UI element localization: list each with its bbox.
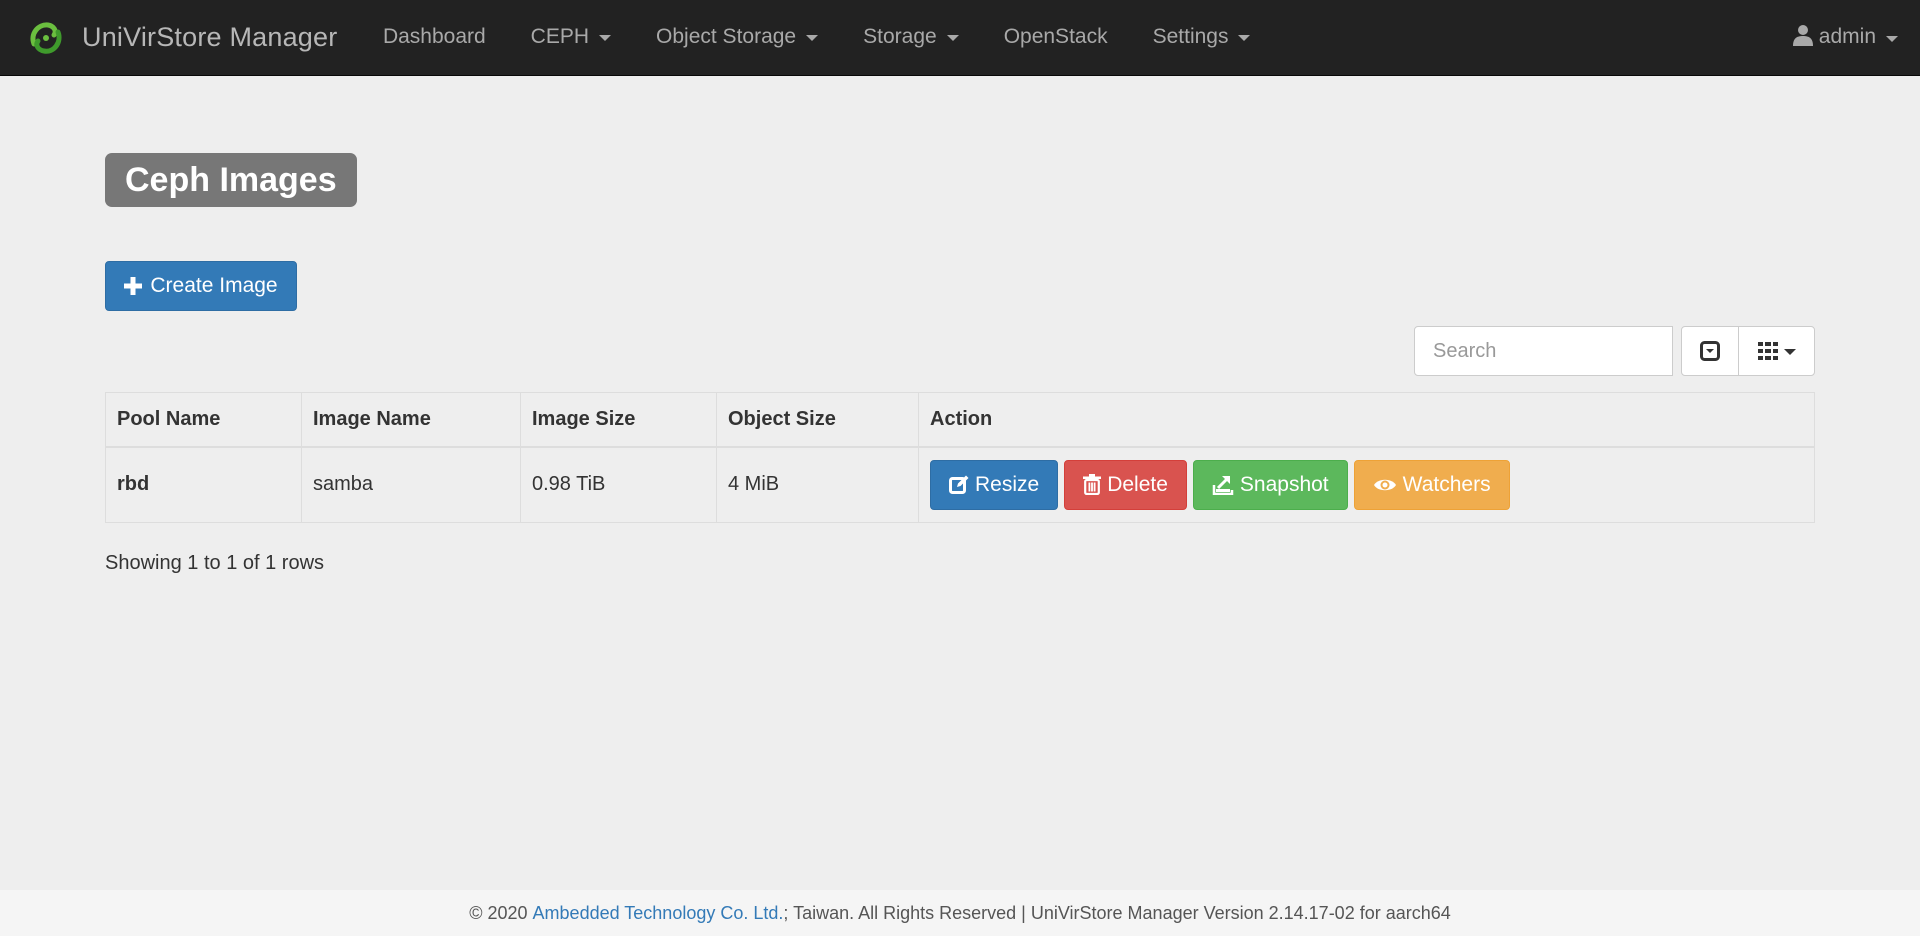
caret-down-icon	[1238, 35, 1251, 41]
cell-image-size: 0.98 TiB	[520, 446, 717, 523]
footer-company-link[interactable]: Ambedded Technology Co. Ltd.	[533, 903, 784, 924]
nav-dashboard[interactable]: Dashboard	[360, 0, 508, 76]
snapshot-label: Snapshot	[1239, 472, 1329, 496]
table-row: rbd samba 0.98 TiB 4 MiB Resize Delete S…	[105, 446, 1815, 523]
top-navbar: UniVirStore Manager Dashboard CEPH Objec…	[0, 0, 1920, 76]
edit-icon	[949, 475, 969, 494]
columns-button[interactable]	[1738, 326, 1815, 376]
main-nav: Dashboard CEPH Object Storage Storage Op…	[360, 0, 1273, 76]
nav-storage[interactable]: Storage	[841, 0, 982, 76]
caret-down-icon	[806, 35, 819, 41]
page-title: Ceph Images	[105, 153, 357, 207]
delete-label: Delete	[1107, 472, 1168, 496]
header-pool-name[interactable]: Pool Name	[105, 392, 302, 448]
toggle-view-icon	[1700, 341, 1720, 361]
toggle-view-button[interactable]	[1681, 326, 1739, 376]
footer-copyright: © 2020	[469, 902, 533, 923]
cell-pool-name: rbd	[105, 446, 302, 523]
user-icon	[1792, 25, 1813, 46]
search-input[interactable]	[1414, 326, 1673, 376]
user-menu[interactable]: admin	[1792, 0, 1898, 76]
nav-ceph[interactable]: CEPH	[508, 0, 633, 76]
eye-icon	[1373, 479, 1396, 490]
swirl-logo-icon	[30, 21, 62, 54]
caret-down-icon	[1886, 35, 1898, 42]
brand-name: UniVirStore Manager	[82, 22, 338, 52]
trash-icon	[1083, 474, 1102, 496]
caret-down-icon	[1783, 349, 1796, 355]
watchers-button[interactable]: Watchers	[1353, 459, 1510, 510]
header-object-size[interactable]: Object Size	[716, 392, 919, 448]
nav-dashboard-label: Dashboard	[382, 24, 486, 48]
footer-rights: ; Taiwan. All Rights Reserved | UniVirSt…	[783, 902, 1451, 923]
table-header-row: Pool Name Image Name Image Size Object S…	[105, 392, 1815, 448]
create-image-button[interactable]: Create Image	[105, 261, 297, 311]
nav-storage-label: Storage	[863, 24, 937, 48]
export-icon	[1212, 475, 1234, 495]
user-name: admin	[1818, 25, 1876, 48]
create-image-label: Create Image	[150, 274, 278, 297]
pagination-info: Showing 1 to 1 of 1 rows	[105, 552, 325, 574]
snapshot-button[interactable]: Snapshot	[1192, 459, 1348, 510]
nav-openstack-label: OpenStack	[1003, 24, 1108, 48]
images-table: Pool Name Image Name Image Size Object S…	[105, 392, 1815, 523]
cell-image-name: samba	[301, 446, 521, 523]
nav-ceph-label: CEPH	[530, 24, 590, 48]
nav-settings-label: Settings	[1152, 24, 1229, 48]
caret-down-icon	[946, 35, 959, 41]
header-image-size[interactable]: Image Size	[520, 392, 717, 448]
nav-object-storage-label: Object Storage	[656, 24, 797, 48]
resize-label: Resize	[975, 472, 1040, 496]
header-image-name[interactable]: Image Name	[301, 392, 521, 448]
brand-link[interactable]: UniVirStore Manager	[0, 0, 337, 76]
delete-button[interactable]: Delete	[1064, 459, 1187, 510]
nav-object-storage[interactable]: Object Storage	[634, 0, 841, 76]
watchers-label: Watchers	[1402, 472, 1491, 496]
resize-button[interactable]: Resize	[930, 459, 1059, 510]
cell-object-size: 4 MiB	[716, 446, 919, 523]
plus-icon	[124, 277, 143, 295]
cell-actions: Resize Delete Snapshot Watchers	[918, 446, 1815, 523]
footer: © 2020 Ambedded Technology Co. Ltd. ; Ta…	[0, 890, 1920, 936]
action-buttons: Resize Delete Snapshot Watchers	[930, 459, 1803, 510]
nav-settings[interactable]: Settings	[1130, 0, 1273, 76]
caret-down-icon	[599, 35, 612, 41]
grid-columns-icon	[1757, 342, 1778, 360]
header-action: Action	[918, 392, 1815, 448]
nav-openstack[interactable]: OpenStack	[981, 0, 1130, 76]
